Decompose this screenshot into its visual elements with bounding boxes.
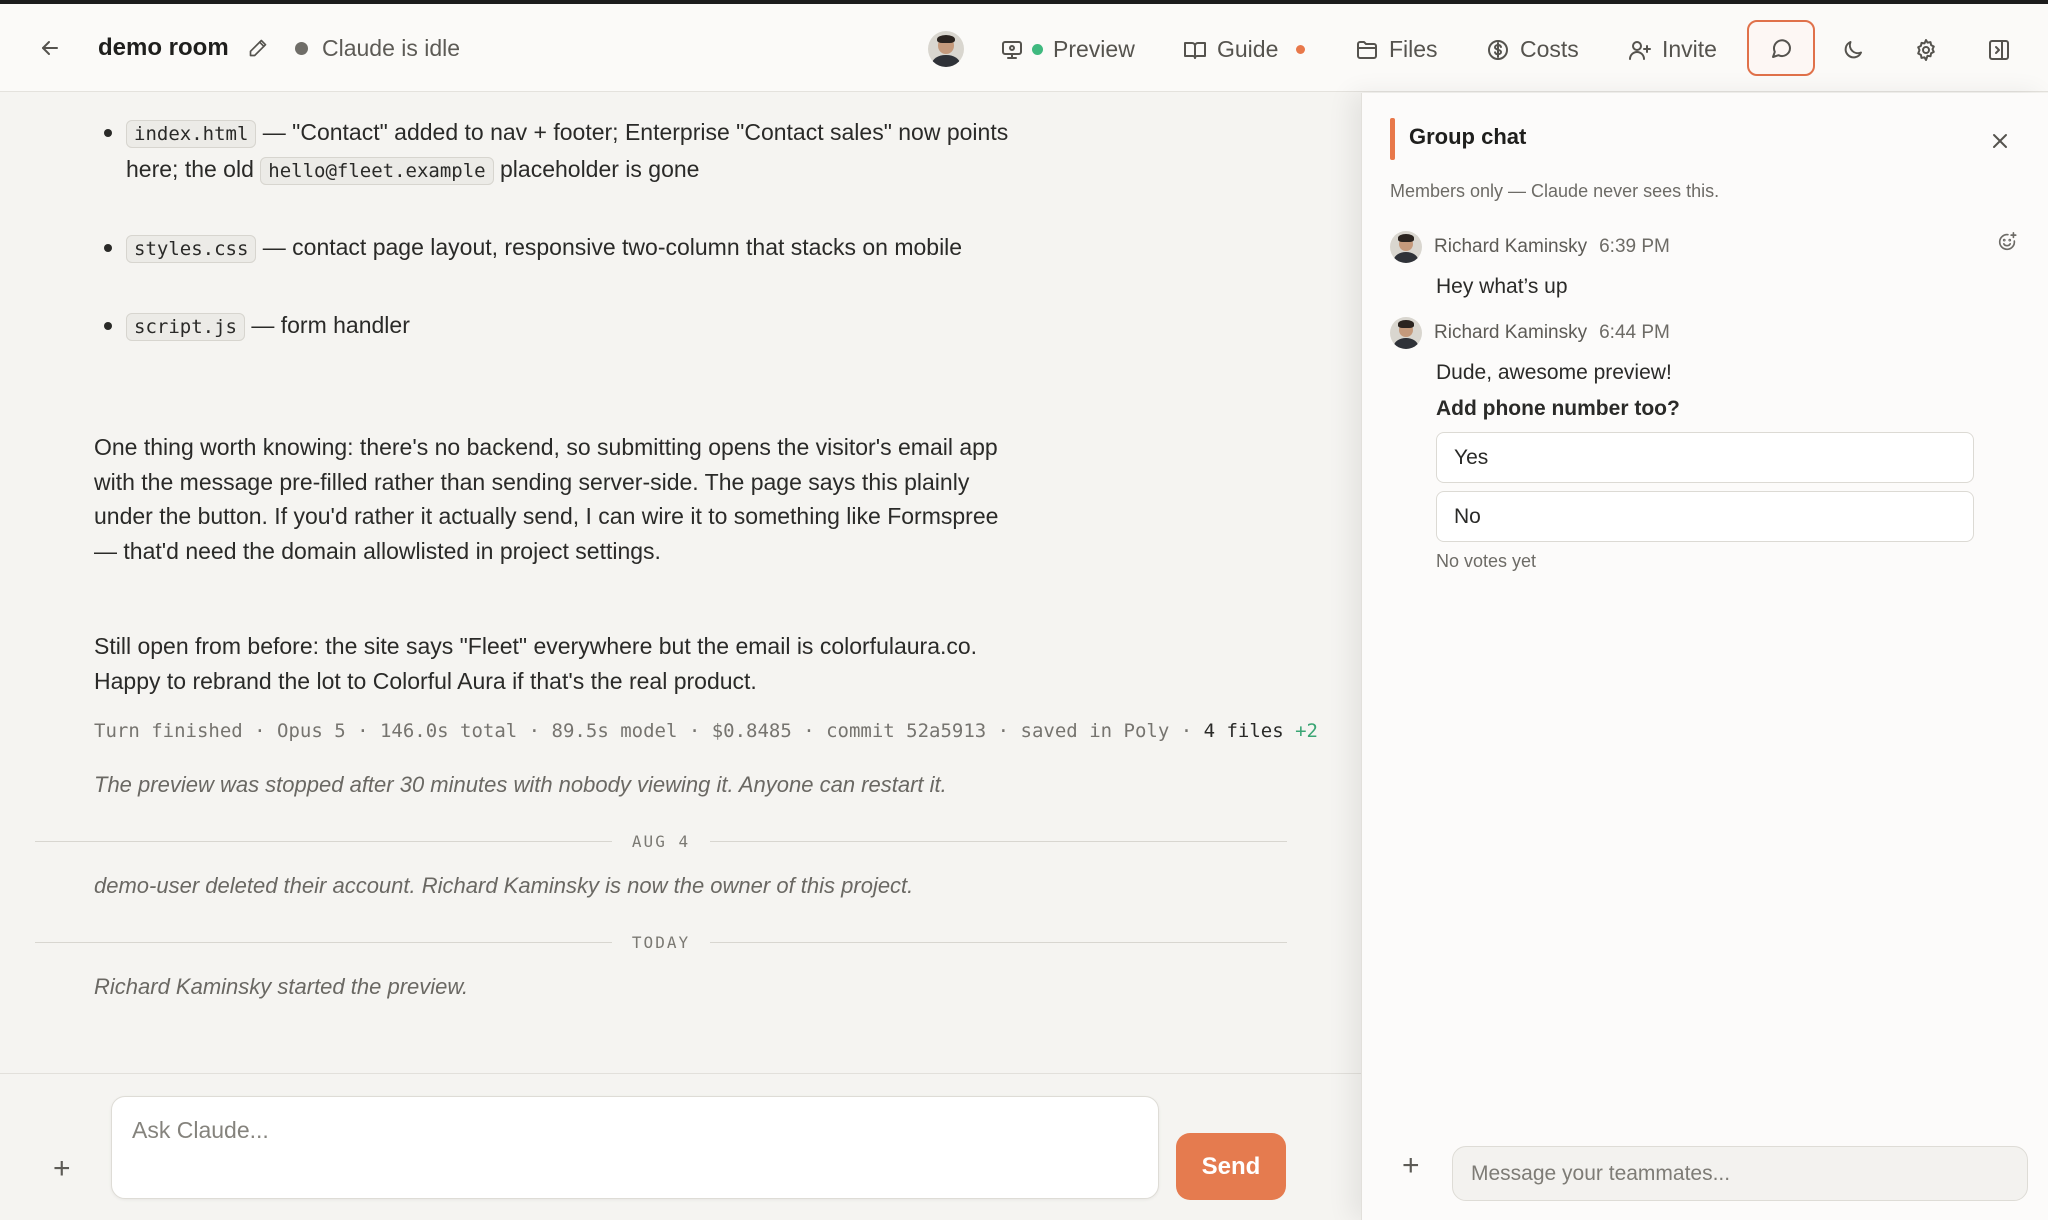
guide-label: Guide bbox=[1217, 36, 1279, 62]
date-divider: AUG 4 bbox=[35, 831, 1288, 851]
back-button[interactable] bbox=[38, 36, 62, 60]
system-note: Richard Kaminsky started the preview. bbox=[94, 974, 469, 999]
toggle-sidebar-button[interactable] bbox=[1985, 36, 2013, 64]
message-text: Dude, awesome preview! bbox=[1436, 361, 1672, 384]
message-header: Richard Kaminsky 6:44 PM bbox=[1390, 317, 1670, 349]
user-plus-icon bbox=[1629, 40, 1651, 60]
add-reaction-icon bbox=[1998, 232, 2017, 251]
guide-button[interactable]: Guide bbox=[1183, 36, 1306, 63]
files-label: Files bbox=[1389, 36, 1438, 62]
chat-attach-button[interactable]: + bbox=[1402, 1151, 1420, 1181]
list-item: index.html — "Contact" added to nav + fo… bbox=[94, 115, 1014, 189]
folder-icon bbox=[1357, 40, 1377, 59]
group-chat-panel: Group chat Members only — Claude never s… bbox=[1361, 93, 2048, 1220]
send-button[interactable]: Send bbox=[1176, 1133, 1286, 1200]
message-author: Richard Kaminsky bbox=[1434, 322, 1588, 343]
costs-label: Costs bbox=[1520, 36, 1579, 62]
pencil-icon bbox=[249, 39, 267, 57]
group-chat-toggle-button[interactable] bbox=[1747, 20, 1815, 76]
costs-button[interactable]: Costs bbox=[1486, 36, 1579, 63]
message-header: Richard Kaminsky 6:39 PM bbox=[1390, 231, 1670, 263]
dollar-icon bbox=[1488, 39, 1508, 60]
message-time: 6:39 PM bbox=[1599, 236, 1670, 257]
file-name: styles.css bbox=[126, 235, 257, 263]
team-message-input[interactable] bbox=[1452, 1146, 2028, 1201]
poll-option-yes[interactable]: Yes bbox=[1436, 432, 1974, 483]
lines-added: +2 bbox=[1283, 720, 1318, 742]
date-divider: TODAY bbox=[35, 932, 1288, 952]
book-icon bbox=[1184, 41, 1206, 59]
theme-toggle-button[interactable] bbox=[1839, 36, 1867, 64]
preview-button[interactable]: Preview bbox=[1000, 36, 1135, 63]
app-window: demo room Claude is idle Preview Guide F… bbox=[0, 4, 2048, 1220]
changed-files-list: index.html — "Contact" added to nav + fo… bbox=[94, 115, 1014, 386]
close-icon bbox=[1993, 134, 2007, 148]
back-arrow-icon bbox=[42, 41, 58, 55]
attach-button[interactable]: + bbox=[53, 1154, 71, 1184]
preview-live-dot bbox=[1032, 44, 1043, 55]
monitor-icon bbox=[1002, 40, 1022, 59]
group-chat-title: Group chat bbox=[1409, 124, 1527, 149]
turn-summary: Turn finished · Opus 5 · 146.0s total · … bbox=[94, 720, 1318, 742]
message-scroll[interactable]: index.html — "Contact" added to nav + fo… bbox=[0, 93, 1361, 1073]
moon-icon bbox=[1844, 41, 1862, 59]
conversation-area: index.html — "Contact" added to nav + fo… bbox=[0, 93, 1361, 1220]
message-author: Richard Kaminsky bbox=[1434, 236, 1588, 257]
list-item: script.js — form handler bbox=[94, 308, 1014, 345]
sidebar-panel-icon bbox=[1989, 40, 2009, 60]
inline-code: hello@fleet.example bbox=[260, 157, 494, 185]
user-avatar[interactable] bbox=[928, 31, 964, 67]
ask-claude-input[interactable] bbox=[111, 1096, 1159, 1199]
settings-button[interactable] bbox=[1912, 36, 1940, 64]
close-chat-button[interactable] bbox=[1988, 129, 2012, 153]
invite-button[interactable]: Invite bbox=[1628, 36, 1717, 63]
assistant-paragraph: One thing worth knowing: there's no back… bbox=[94, 434, 999, 564]
message-text: Hey what’s up bbox=[1436, 275, 1568, 298]
status-text: Claude is idle bbox=[322, 35, 461, 61]
title-accent-bar bbox=[1390, 118, 1395, 160]
group-chat-subtitle: Members only — Claude never sees this. bbox=[1390, 181, 1720, 201]
rename-room-button[interactable] bbox=[248, 38, 268, 58]
invite-label: Invite bbox=[1662, 36, 1717, 62]
add-reaction-button[interactable] bbox=[1996, 231, 2020, 255]
avatar bbox=[1390, 231, 1422, 263]
poll-question: Add phone number too? bbox=[1436, 397, 1680, 420]
top-bar: demo room Claude is idle Preview Guide F… bbox=[0, 4, 2048, 92]
files-changed-link[interactable]: 4 files bbox=[1204, 720, 1284, 742]
list-item: styles.css — contact page layout, respon… bbox=[94, 230, 1014, 267]
room-title: demo room bbox=[98, 34, 229, 61]
file-name: script.js bbox=[126, 313, 245, 341]
gear-icon bbox=[1917, 39, 1935, 61]
guide-notification-dot bbox=[1296, 45, 1306, 54]
avatar bbox=[1390, 317, 1422, 349]
files-button[interactable]: Files bbox=[1355, 36, 1438, 63]
chat-bubble-icon bbox=[1772, 39, 1791, 58]
file-name: index.html bbox=[126, 120, 257, 148]
message-time: 6:44 PM bbox=[1599, 322, 1670, 343]
system-note: The preview was stopped after 30 minutes… bbox=[94, 772, 947, 797]
claude-status: Claude is idle bbox=[295, 35, 460, 62]
poll-vote-status: No votes yet bbox=[1436, 551, 1537, 571]
assistant-paragraph: Still open from before: the site says "F… bbox=[94, 633, 978, 694]
status-dot bbox=[295, 42, 308, 55]
poll-option-no[interactable]: No bbox=[1436, 491, 1974, 542]
system-note: demo-user deleted their account. Richard… bbox=[94, 873, 914, 898]
preview-label: Preview bbox=[1053, 36, 1135, 62]
